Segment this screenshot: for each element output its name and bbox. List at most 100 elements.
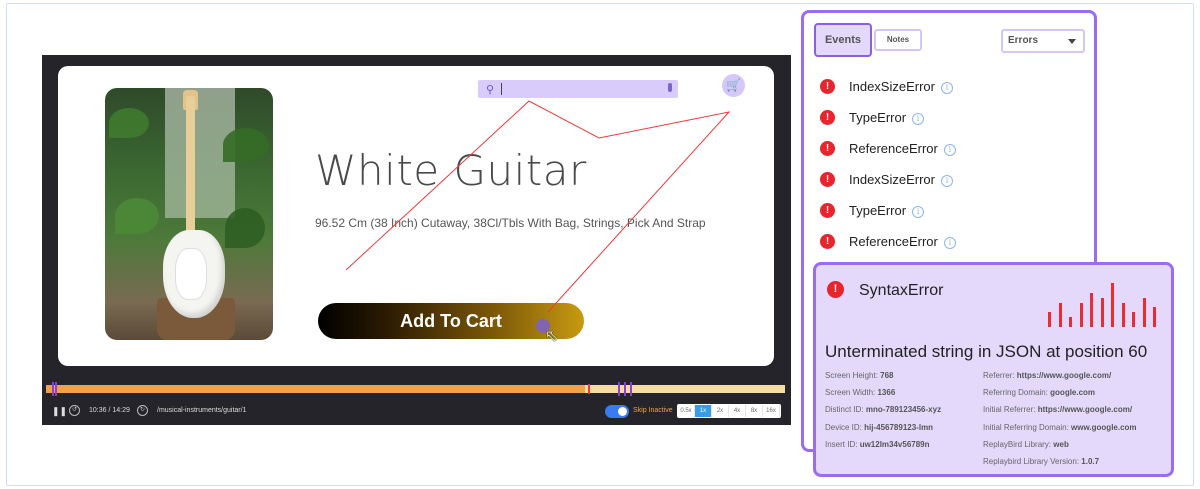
time-display: 10:36 / 14:29	[89, 407, 130, 414]
info-icon[interactable]: i	[912, 113, 925, 125]
timeline-marker	[618, 382, 620, 396]
speed-selector: 0.5x 1x 2x 4x 8x 16x	[677, 404, 781, 418]
info-icon[interactable]: i	[912, 206, 925, 218]
guitar-photo	[105, 88, 273, 340]
meta-row: Distinct ID: mno-789123456-xyz	[825, 405, 941, 414]
event-label: ReferenceError	[849, 141, 938, 156]
meta-value: web	[1053, 439, 1069, 449]
meta-key: Screen Height:	[825, 371, 878, 380]
error-icon: !	[820, 141, 835, 156]
search-input[interactable]: ⚲	[478, 80, 678, 98]
event-label: ReferenceError	[849, 234, 938, 249]
event-label: IndexSizeError	[849, 79, 935, 94]
error-icon: !	[820, 79, 835, 94]
meta-key: Replaybird Library Version:	[983, 457, 1080, 466]
timeline-marker	[624, 382, 626, 396]
meta-key: ReplayBird Library:	[983, 439, 1052, 449]
product-description: 96.52 Cm (38 Inch) Cutaway, 38Cl/Tbls Wi…	[315, 216, 706, 230]
event-filter-select[interactable]: Errors	[1001, 29, 1085, 53]
tab-events[interactable]: Events	[814, 23, 872, 57]
meta-row: Initial Referrer: https://www.google.com…	[983, 405, 1132, 414]
replayed-page: White Guitar 96.52 Cm (38 Inch) Cutaway,…	[58, 66, 774, 366]
meta-value: google.com	[1050, 388, 1096, 398]
error-icon: !	[820, 110, 835, 125]
speed-option[interactable]: 2x	[712, 405, 729, 417]
error-detail-card: ! SyntaxError Unterminated string in JSO…	[813, 262, 1174, 477]
event-label: TypeError	[849, 110, 907, 125]
event-label: IndexSizeError	[849, 172, 935, 187]
error-icon: !	[820, 172, 835, 187]
rewind-icon[interactable]: ↺	[69, 405, 80, 416]
meta-key: Screen Width:	[825, 388, 876, 398]
cart-icon[interactable]: 🛒	[722, 74, 745, 97]
error-icon: !	[827, 281, 844, 298]
info-icon[interactable]: i	[943, 237, 956, 249]
meta-key: Referrer:	[983, 371, 1015, 380]
meta-row: Initial Referring Domain: www.google.com	[983, 423, 1137, 432]
speed-option[interactable]: 1x	[695, 405, 712, 417]
info-icon[interactable]: i	[940, 82, 953, 94]
speed-option[interactable]: 8x	[746, 405, 763, 417]
sparkline-bar	[1090, 292, 1093, 327]
sparkline-bar	[1058, 302, 1062, 327]
meta-key: Initial Referrer:	[983, 405, 1036, 415]
meta-key: Distinct ID:	[825, 405, 864, 415]
session-replay-player: White Guitar 96.52 Cm (38 Inch) Cutaway,…	[42, 55, 791, 425]
sparkline-bar	[1100, 297, 1104, 327]
meta-value: 1366	[877, 388, 896, 398]
meta-row: Screen Height: 768	[825, 371, 894, 380]
meta-row: Referring Domain: google.com	[983, 388, 1095, 397]
info-icon[interactable]: i	[943, 144, 956, 156]
sparkline-bar	[1121, 302, 1125, 327]
sparkline-bar	[1142, 297, 1146, 327]
timeline-marker	[52, 382, 54, 396]
meta-value: https://www.google.com/	[1037, 405, 1133, 415]
sparkline-bar	[1079, 302, 1083, 327]
error-message: Unterminated string in JSON at position …	[825, 342, 1148, 361]
sparkline-bar	[1069, 317, 1072, 327]
current-url: /musical-instruments/guitar/1	[157, 407, 247, 414]
meta-key: Referring Domain:	[983, 388, 1048, 398]
error-frequency-sparkline	[1048, 281, 1160, 327]
timeline-marker	[55, 382, 57, 396]
chevron-down-icon	[1068, 39, 1076, 44]
tab-notes[interactable]: Notes	[874, 29, 922, 51]
meta-value: 768	[880, 371, 894, 380]
sparkline-bar	[1132, 312, 1135, 327]
product-title: White Guitar	[315, 146, 587, 195]
replay-timeline[interactable]	[46, 382, 785, 396]
player-controls: ❚❚ ↺ 10:36 / 14:29 ↻ /musical-instrument…	[42, 403, 791, 421]
meta-row: Screen Width: 1366	[825, 388, 895, 397]
error-icon: !	[820, 234, 835, 249]
meta-row: Insert ID: uw12lm34v56789n	[825, 440, 930, 449]
meta-row: Replaybird Library Version: 1.0.7	[983, 457, 1099, 466]
search-icon: ⚲	[486, 84, 495, 96]
speed-option[interactable]: 0.5x	[678, 405, 695, 417]
mouse-pointer-icon: ⬁	[545, 328, 559, 345]
event-filter-value: Errors	[1008, 35, 1039, 46]
speed-option[interactable]: 16x	[763, 405, 780, 417]
meta-row: Referrer: https://www.google.com/	[983, 371, 1111, 380]
meta-key: Initial Referring Domain:	[983, 422, 1069, 432]
timeline-played	[46, 385, 586, 393]
timeline-marker	[630, 382, 632, 396]
sparkline-bar	[1153, 307, 1156, 327]
event-label: TypeError	[849, 203, 907, 218]
meta-value: mno-789123456-xyz	[865, 405, 942, 415]
skip-inactive-label: Skip Inactive	[633, 407, 673, 414]
meta-value: 1.0.7	[1081, 457, 1100, 466]
mic-icon[interactable]	[668, 83, 672, 92]
timeline-error-marker	[588, 384, 590, 394]
speed-option[interactable]: 4x	[729, 405, 746, 417]
meta-key: Device ID:	[825, 422, 862, 432]
error-name: SyntaxError	[859, 282, 944, 299]
error-icon: !	[820, 203, 835, 218]
meta-key: Insert ID:	[825, 439, 858, 449]
pause-icon[interactable]: ❚❚	[52, 406, 67, 417]
sparkline-bar	[1048, 312, 1051, 327]
forward-icon[interactable]: ↻	[137, 405, 148, 416]
skip-inactive-toggle[interactable]	[605, 405, 629, 418]
info-icon[interactable]: i	[940, 175, 953, 187]
meta-value: https://www.google.com/	[1016, 371, 1112, 380]
meta-row: Device ID: hij-456789123-lmn	[825, 423, 933, 432]
